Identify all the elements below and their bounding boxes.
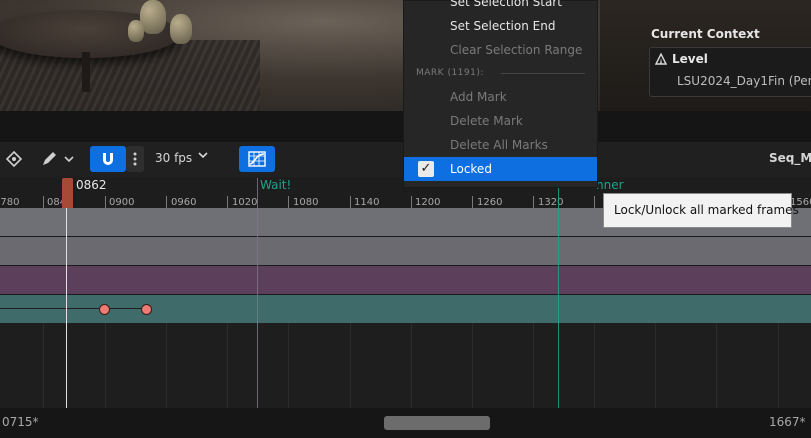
level-icon [654,52,668,65]
menu-item-label: Clear Selection Range [450,43,583,57]
grid-line [227,323,228,408]
tooltip: Lock/Unlock all marked frames [603,193,799,228]
menu-item-set-selection-end[interactable]: Set Selection End [404,14,597,38]
edit-tool-dropdown[interactable] [38,146,78,172]
tick [288,196,289,208]
pencil-icon [43,152,74,165]
menu-item-set-selection-start[interactable]: Set Selection Start [404,0,597,14]
level-name: LSU2024_Day1Fin (Pers [677,74,811,88]
grid-line [288,323,289,408]
keyframe[interactable] [99,304,110,315]
tick [594,196,595,208]
menu-separator [501,73,585,74]
key-tool-icon[interactable] [2,146,26,172]
level-label: Level [672,52,708,66]
key-connector-line [0,308,146,309]
context-panel: Level LSU2024_Day1Fin (Pers [649,47,811,97]
tick [105,196,106,208]
snap-toggle-button[interactable] [90,146,126,172]
menu-item-delete-mark: Delete Mark [404,109,597,133]
tick-label: 1080 [293,197,319,208]
sequence-name: Seq_Ma [769,151,811,165]
tick-label: 1200 [415,197,441,208]
playhead-handle[interactable] [62,178,73,208]
tick-label: 1140 [354,197,380,208]
chevron-down-icon[interactable] [198,150,208,163]
grid-line [778,323,779,408]
frame-rate-value[interactable]: 30 fps [155,151,192,165]
more-vertical-icon [133,152,137,166]
grid-line [472,323,473,408]
grid-line [105,323,106,408]
mark-label[interactable]: Wait! [260,178,291,192]
menu-item-clear-selection-range: Clear Selection Range [404,38,597,62]
tick [227,196,228,208]
mark-line[interactable] [558,178,559,408]
timeline-scrollbar[interactable] [384,416,490,430]
curve-editor-button[interactable] [239,146,275,172]
snap-options-button[interactable] [126,146,144,172]
menu-item-locked[interactable]: ✓ Locked [404,157,597,181]
grid-line [716,323,717,408]
track-empty-area[interactable] [0,323,811,408]
tick-label: 0780 [0,197,20,208]
tick-label: 1260 [477,197,503,208]
grid-line [166,323,167,408]
menu-item-add-mark: Add Mark [404,85,597,109]
track-row[interactable] [0,237,811,265]
tick [411,196,412,208]
tick [533,196,534,208]
current-frame: 0862 [76,178,107,192]
tick [350,196,351,208]
tick [43,196,44,208]
viewport-vase [170,14,192,44]
context-title: Current Context [651,27,760,41]
viewport-vase [128,20,144,42]
context-menu: Set Selection Start Set Selection End Cl… [403,0,598,188]
tick-label: 0900 [109,197,135,208]
track-row[interactable] [0,266,811,294]
checkbox-checked-icon[interactable]: ✓ [418,161,434,177]
tick [472,196,473,208]
keyframe[interactable] [141,304,152,315]
magnet-icon [103,153,113,165]
grid-line [655,323,656,408]
viewport-table-leg [82,52,90,92]
menu-item-label: Locked [450,162,492,176]
range-start[interactable]: 0715* [2,415,39,429]
grid-line [43,323,44,408]
menu-item-label: Delete All Marks [450,138,548,152]
menu-item-delete-all-marks: Delete All Marks [404,133,597,157]
mark-line[interactable] [257,178,258,408]
grid-line [411,323,412,408]
track-row[interactable] [0,295,811,323]
tick [166,196,167,208]
range-end[interactable]: 1667* [769,415,806,429]
menu-item-label: Add Mark [450,90,507,104]
tick-label: 0960 [171,197,197,208]
curve-editor-icon [248,151,266,167]
tooltip-text: Lock/Unlock all marked frames [614,203,799,217]
menu-item-label: Delete Mark [450,114,523,128]
grid-line [594,323,595,408]
tick-label: 1320 [538,197,564,208]
menu-item-label: Set Selection Start [450,0,562,9]
grid-line [350,323,351,408]
playhead-line [66,208,67,408]
menu-item-label: Set Selection End [450,19,556,33]
mark-label[interactable]: nner [596,178,624,192]
grid-line [533,323,534,408]
tick-label: 1020 [232,197,258,208]
menu-section-header: MARK (1191): [416,68,484,78]
